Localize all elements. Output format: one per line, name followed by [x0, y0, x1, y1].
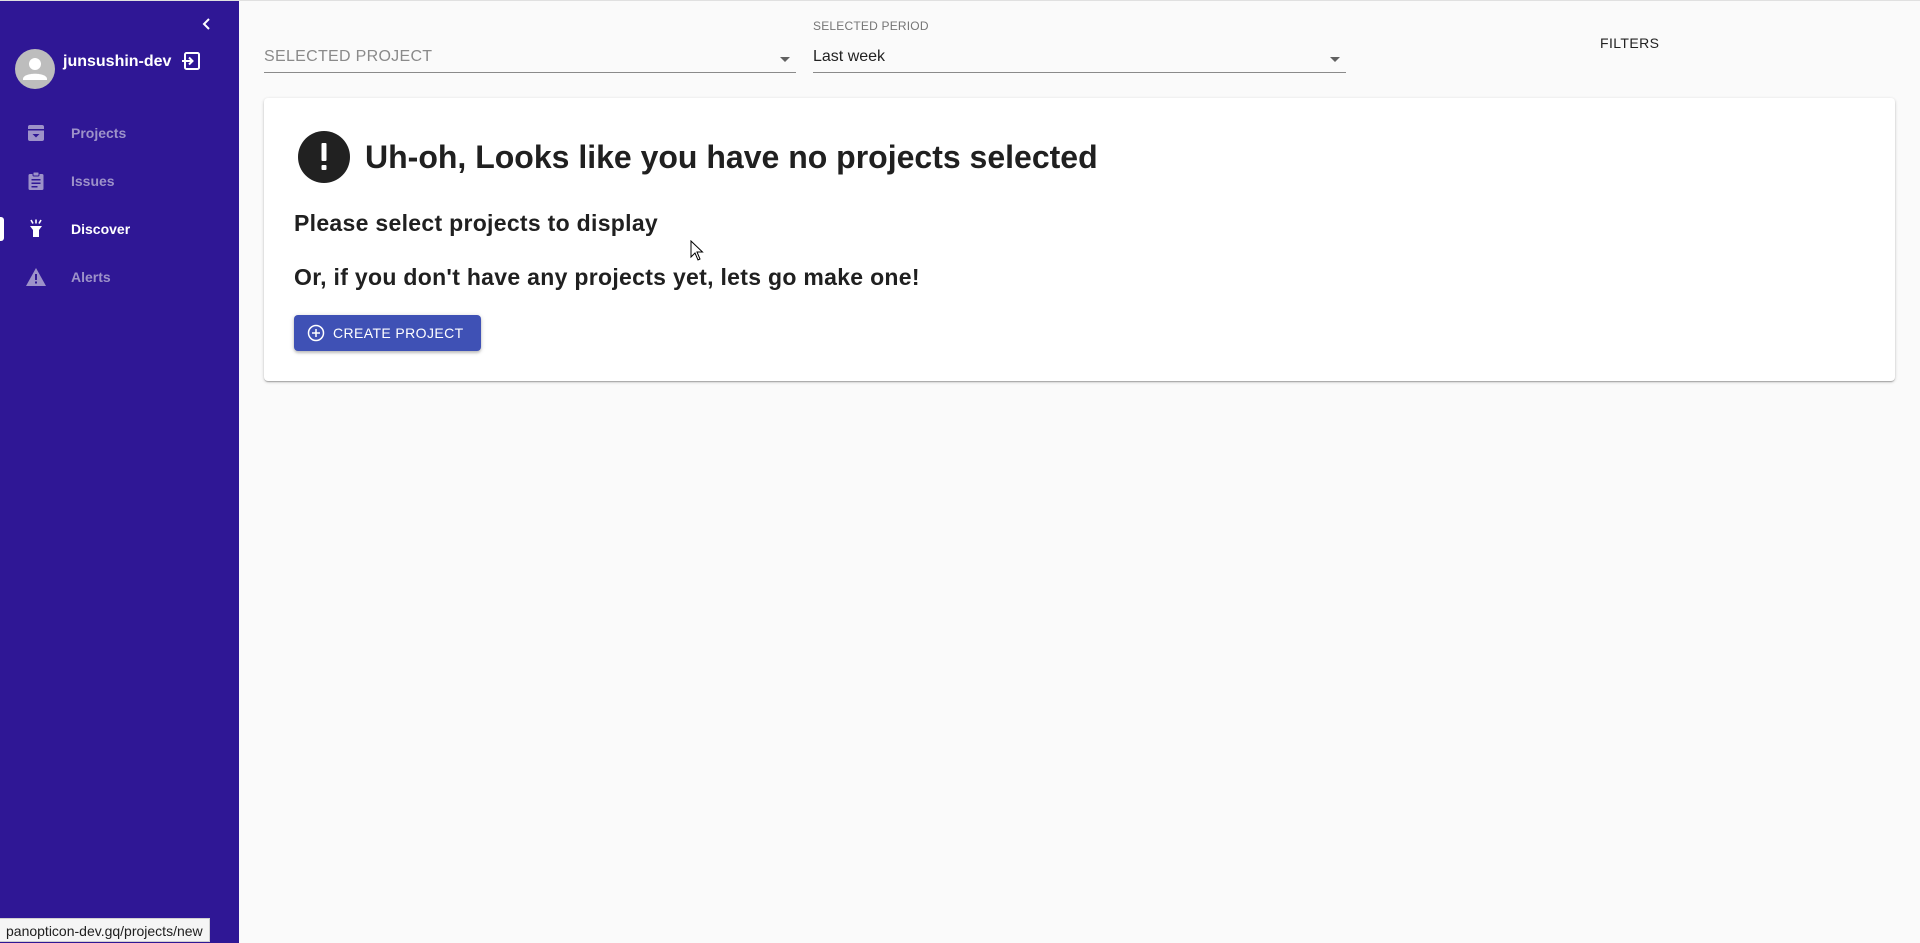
chevron-down-icon [1330, 57, 1340, 62]
app-window: junsushin-dev Projects Issues Discover A… [0, 0, 1920, 943]
clipboard-icon [24, 169, 48, 193]
sidebar-item-alerts[interactable]: Alerts [0, 253, 239, 301]
sidebar: junsushin-dev Projects Issues Discover A… [0, 1, 239, 943]
empty-state-message: Please select projects to display [294, 210, 659, 236]
sidebar-item-label: Projects [71, 125, 127, 141]
project-select[interactable]: SELECTED PROJECT [264, 33, 796, 73]
plus-circle-icon [307, 324, 325, 342]
empty-state-title: Uh-oh, Looks like you have no projects s… [365, 138, 1098, 175]
filters-button[interactable]: FILTERS [1600, 35, 1659, 51]
warning-icon [24, 265, 48, 289]
status-bar-url: panopticon-dev.gq/projects/new [0, 918, 210, 942]
sidebar-item-label: Issues [71, 173, 115, 189]
sidebar-item-issues[interactable]: Issues [0, 157, 239, 205]
create-project-label: CREATE PROJECT [333, 325, 464, 341]
archive-box-icon [24, 121, 48, 145]
period-select-label: SELECTED PERIOD [813, 19, 929, 33]
period-select[interactable]: SELECTED PERIOD Last week [813, 19, 1346, 73]
create-project-button[interactable]: CREATE PROJECT [294, 315, 481, 351]
alert-circle-icon [298, 131, 350, 183]
chevron-down-icon [780, 57, 790, 62]
sidebar-nav: Projects Issues Discover Alerts [0, 109, 239, 301]
flashlight-icon [24, 217, 48, 241]
sidebar-item-label: Alerts [71, 269, 111, 285]
project-select-placeholder: SELECTED PROJECT [264, 48, 433, 65]
logout-icon[interactable] [181, 51, 201, 76]
sidebar-item-projects[interactable]: Projects [0, 109, 239, 157]
sidebar-item-discover[interactable]: Discover [0, 205, 239, 253]
empty-state-header: Uh-oh, Looks like you have no projects s… [298, 131, 1098, 183]
person-icon [15, 49, 55, 89]
chevron-left-icon[interactable] [198, 15, 216, 33]
empty-state-card: Uh-oh, Looks like you have no projects s… [264, 98, 1895, 381]
mouse-cursor-icon [690, 239, 704, 267]
user-profile: junsushin-dev [15, 49, 201, 89]
empty-state-hint: Or, if you don't have any projects yet, … [294, 264, 920, 290]
username: junsushin-dev [63, 53, 172, 70]
period-select-value: Last week [813, 48, 886, 65]
sidebar-item-label: Discover [71, 221, 131, 237]
